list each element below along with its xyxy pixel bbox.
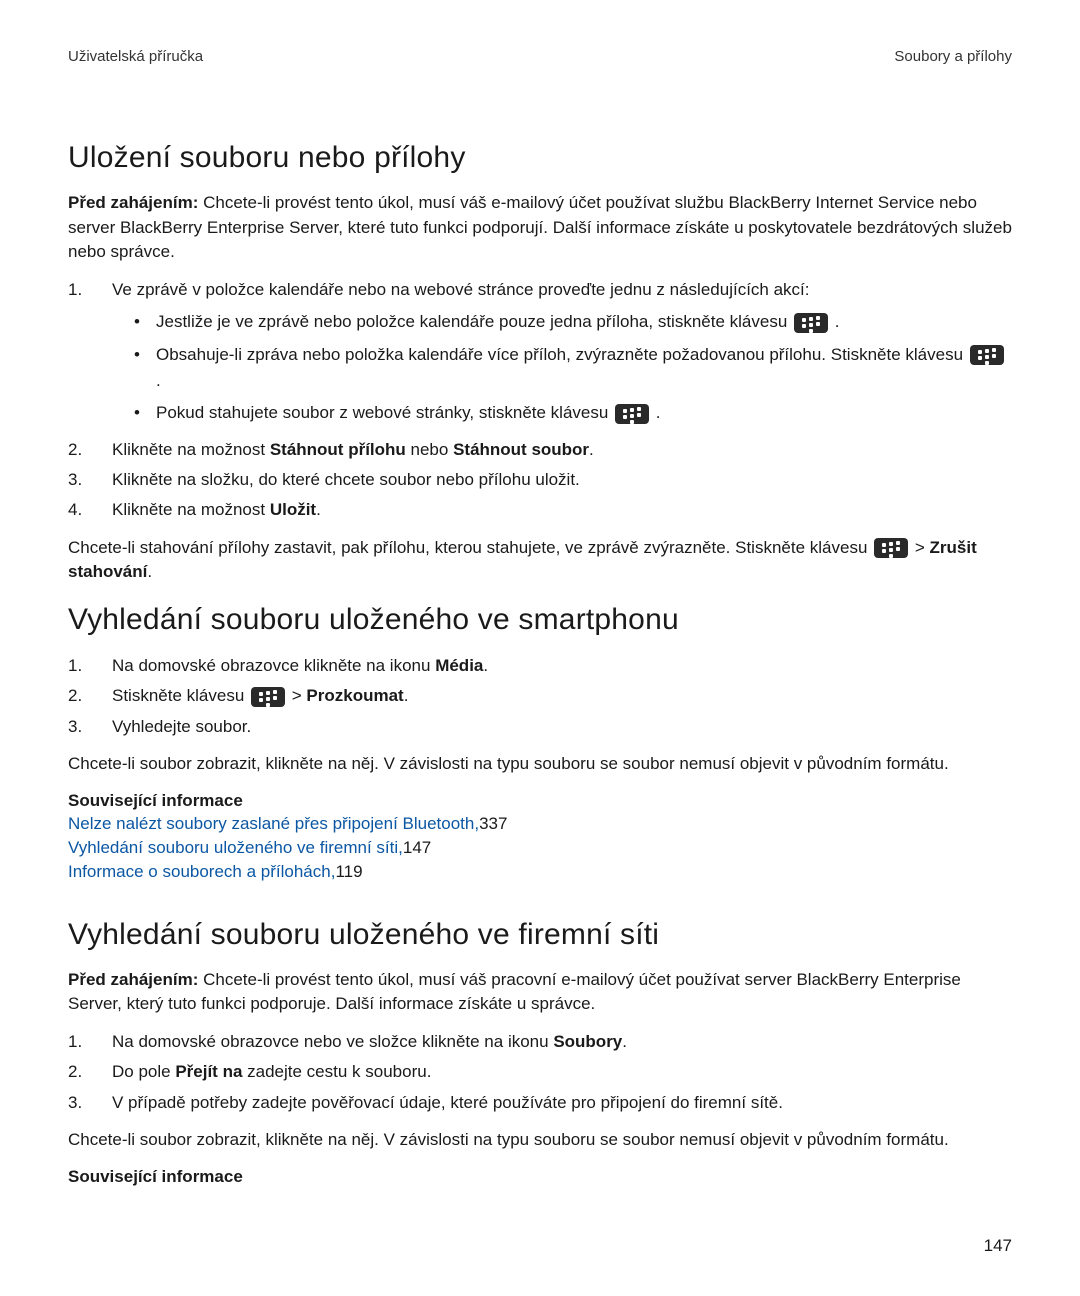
bullets-1: Jestliže je ve zprávě nebo položce kalen…: [112, 309, 1012, 426]
before-text-1: Chcete-li provést tento úkol, musí váš e…: [68, 193, 1012, 261]
header-left: Uživatelská příručka: [68, 48, 203, 65]
page: Uživatelská příručka Soubory a přílohy U…: [0, 0, 1080, 1296]
before-label-1: Před zahájením:: [68, 193, 198, 212]
steps-2: 1. Na domovské obrazovce klikněte na iko…: [68, 653, 1012, 740]
step-1-3: 3. Klikněte na složku, do které chcete s…: [68, 467, 1012, 493]
related-link-2: Vyhledání souboru uloženého ve firemní s…: [68, 836, 1012, 860]
step-1-4: 4. Klikněte na možnost Uložit.: [68, 497, 1012, 523]
note-3: Chcete-li soubor zobrazit, klikněte na n…: [68, 1128, 1012, 1153]
step-3-3: 3. V případě potřeby zadejte pověřovací …: [68, 1090, 1012, 1116]
heading-find-network: Vyhledání souboru uloženého ve firemní s…: [68, 918, 1012, 952]
step-1-2: 2. Klikněte na možnost Stáhnout přílohu …: [68, 437, 1012, 463]
before-label-3: Před zahájením:: [68, 970, 198, 989]
heading-find-phone: Vyhledání souboru uloženého ve smartphon…: [68, 603, 1012, 637]
related-link-3: Informace o souborech a přílohách,119: [68, 860, 1012, 884]
steps-3: 1. Na domovské obrazovce nebo ve složce …: [68, 1029, 1012, 1116]
note-2: Chcete-li soubor zobrazit, klikněte na n…: [68, 752, 1012, 777]
step-3-2: 2. Do pole Přejít na zadejte cestu k sou…: [68, 1059, 1012, 1085]
related-info-2: Související informace Nelze nalézt soubo…: [68, 789, 1012, 884]
step-1-1: 1. Ve zprávě v položce kalendáře nebo na…: [68, 277, 1012, 433]
step-3-1: 1. Na domovské obrazovce nebo ve složce …: [68, 1029, 1012, 1055]
steps-1: 1. Ve zprávě v položce kalendáře nebo na…: [68, 277, 1012, 524]
before-begin-3: Před zahájením: Chcete-li provést tento …: [68, 968, 1012, 1017]
menu-key-icon: [970, 345, 1004, 365]
bullet-2: Obsahuje-li zpráva nebo položka kalendář…: [134, 342, 1012, 395]
page-header: Uživatelská příručka Soubory a přílohy: [68, 48, 1012, 65]
step-2-1: 1. Na domovské obrazovce klikněte na iko…: [68, 653, 1012, 679]
step-2-3: 3. Vyhledejte soubor.: [68, 714, 1012, 740]
related-link-1: Nelze nalézt soubory zaslané přes připoj…: [68, 812, 1012, 836]
before-text-3: Chcete-li provést tento úkol, musí váš p…: [68, 970, 961, 1014]
menu-key-icon: [251, 687, 285, 707]
bullet-3: Pokud stahujete soubor z webové stránky,…: [134, 400, 1012, 426]
related-title-2: Související informace: [68, 789, 1012, 813]
menu-key-icon: [615, 404, 649, 424]
before-begin-1: Před zahájením: Chcete-li provést tento …: [68, 191, 1012, 265]
step-1-1-text: Ve zprávě v položce kalendáře nebo na we…: [112, 280, 810, 299]
step-2-2: 2. Stiskněte klávesu > Prozkoumat.: [68, 683, 1012, 709]
link-about-files[interactable]: Informace o souborech a přílohách,: [68, 862, 335, 881]
link-network[interactable]: Vyhledání souboru uloženého ve firemní s…: [68, 838, 403, 857]
heading-save-file: Uložení souboru nebo přílohy: [68, 141, 1012, 175]
bullet-1: Jestliže je ve zprávě nebo položce kalen…: [134, 309, 1012, 335]
header-right: Soubory a přílohy: [894, 48, 1012, 65]
related-info-3: Související informace: [68, 1165, 1012, 1189]
related-title-3: Související informace: [68, 1165, 1012, 1189]
menu-key-icon: [874, 538, 908, 558]
link-bluetooth[interactable]: Nelze nalézt soubory zaslané přes připoj…: [68, 814, 479, 833]
page-number: 147: [984, 1236, 1012, 1256]
stop-download: Chcete-li stahování přílohy zastavit, pa…: [68, 536, 1012, 585]
menu-key-icon: [794, 313, 828, 333]
